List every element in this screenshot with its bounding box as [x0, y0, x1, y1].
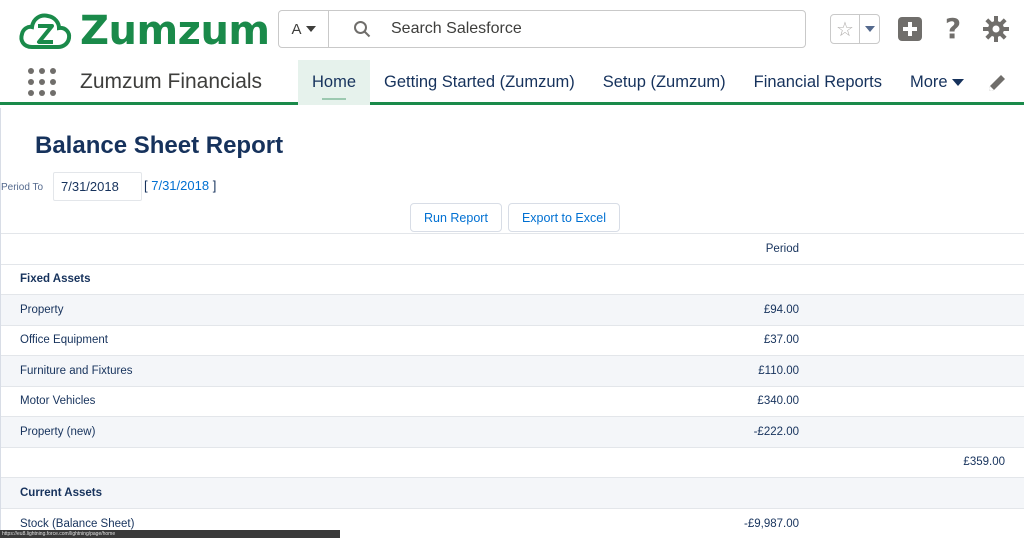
row-label: Furniture and Fixtures	[1, 355, 501, 386]
help-button[interactable]: ?	[940, 12, 966, 45]
row-label: Property (new)	[1, 416, 501, 447]
nav-more-label: More	[910, 73, 948, 91]
table-row: Property (new) -£222.00	[1, 416, 1024, 447]
balance-sheet-table: Period Fixed Assets Property £94.00 Offi…	[1, 233, 1024, 538]
row-period: £110.00	[501, 355, 799, 386]
row-label: Property	[1, 294, 501, 325]
nav-item-home[interactable]: Home	[298, 60, 371, 105]
column-header-period: Period	[501, 233, 799, 264]
global-search: A	[278, 10, 806, 48]
row-total	[799, 477, 1024, 508]
period-to-label: Period To	[1, 182, 44, 193]
app-name: Zumzum Financials	[80, 70, 263, 93]
row-total	[799, 355, 1024, 386]
favorites-group: ☆	[830, 14, 880, 44]
row-label: Fixed Assets	[1, 263, 501, 295]
cloud-logo-icon	[19, 13, 72, 49]
row-period	[501, 477, 799, 508]
nav-items: Home Getting Started (Zumzum) Setup (Zum…	[298, 60, 978, 105]
export-excel-button[interactable]: Export to Excel	[507, 203, 621, 232]
row-total	[799, 507, 1024, 538]
column-header-label	[1, 233, 501, 264]
table-header-row: Period	[1, 233, 1024, 264]
row-label: Current Assets	[1, 477, 501, 508]
row-total	[799, 385, 1024, 417]
row-period	[501, 263, 799, 295]
table-row: Office Equipment £37.00	[1, 324, 1024, 356]
brand-logo[interactable]: Zumzum	[18, 6, 270, 56]
plus-icon	[898, 17, 922, 41]
table-row: Fixed Assets	[1, 263, 1024, 295]
run-report-button[interactable]: Run Report	[410, 203, 502, 232]
status-bar-url: https://eu8.lightning.force.com/lightnin…	[0, 530, 340, 538]
global-header: Zumzum A ☆ ?	[0, 0, 1024, 60]
period-to-input[interactable]	[53, 172, 142, 201]
caret-down-icon	[951, 79, 964, 86]
search-input[interactable]	[391, 20, 771, 38]
global-actions-button[interactable]	[897, 16, 923, 42]
caret-down-icon	[305, 26, 316, 32]
row-total	[799, 324, 1024, 356]
row-period: £340.00	[501, 385, 799, 417]
table-row: Property £94.00	[1, 294, 1024, 325]
row-period: -£222.00	[501, 416, 799, 447]
row-label	[1, 446, 501, 478]
setup-button[interactable]	[983, 16, 1009, 42]
nav-item-getting-started[interactable]: Getting Started (Zumzum)	[370, 60, 589, 105]
header-actions: ☆ ?	[830, 12, 1009, 46]
row-period: £37.00	[501, 324, 799, 356]
report-actions: Run Report Export to Excel	[410, 203, 621, 232]
pencil-icon[interactable]	[986, 72, 1008, 94]
column-header-total	[799, 233, 1024, 264]
table-row: Current Assets	[1, 477, 1024, 508]
table-row: Motor Vehicles £340.00	[1, 385, 1024, 417]
row-period	[501, 446, 799, 478]
brand-name: Zumzum	[80, 8, 270, 54]
row-total	[799, 294, 1024, 325]
search-scope-dropdown[interactable]: A	[279, 11, 329, 47]
app-nav-bar: Zumzum Financials Home Getting Started (…	[0, 60, 1024, 105]
row-total	[799, 416, 1024, 447]
chevron-down-icon	[864, 26, 875, 32]
row-label: Office Equipment	[1, 324, 501, 356]
star-icon[interactable]: ☆	[831, 15, 859, 43]
nav-item-setup[interactable]: Setup (Zumzum)	[589, 60, 740, 105]
row-period: £94.00	[501, 294, 799, 325]
gear-icon	[983, 16, 1009, 42]
row-label: Motor Vehicles	[1, 385, 501, 417]
bracket-close: ]	[209, 178, 217, 193]
row-period: -£9,987.00	[501, 507, 799, 538]
today-date-link-wrap: [ 7/31/2018 ]	[144, 178, 216, 193]
row-total	[799, 263, 1024, 295]
page-title: Balance Sheet Report	[35, 132, 284, 159]
app-launcher-icon[interactable]	[28, 68, 56, 96]
search-icon	[354, 21, 371, 38]
report-content: Balance Sheet Report Period To [ 7/31/20…	[0, 108, 1024, 538]
table-row: Furniture and Fixtures £110.00	[1, 355, 1024, 386]
table-row-subtotal: £359.00	[1, 446, 1024, 478]
nav-more-menu[interactable]: More	[896, 60, 978, 105]
help-icon: ?	[944, 12, 962, 45]
today-date-link[interactable]: 7/31/2018	[151, 178, 209, 193]
search-scope-label: A	[291, 20, 302, 38]
favorites-dropdown[interactable]	[859, 15, 879, 43]
nav-item-financial-reports[interactable]: Financial Reports	[740, 60, 896, 105]
row-total: £359.00	[799, 446, 1024, 478]
